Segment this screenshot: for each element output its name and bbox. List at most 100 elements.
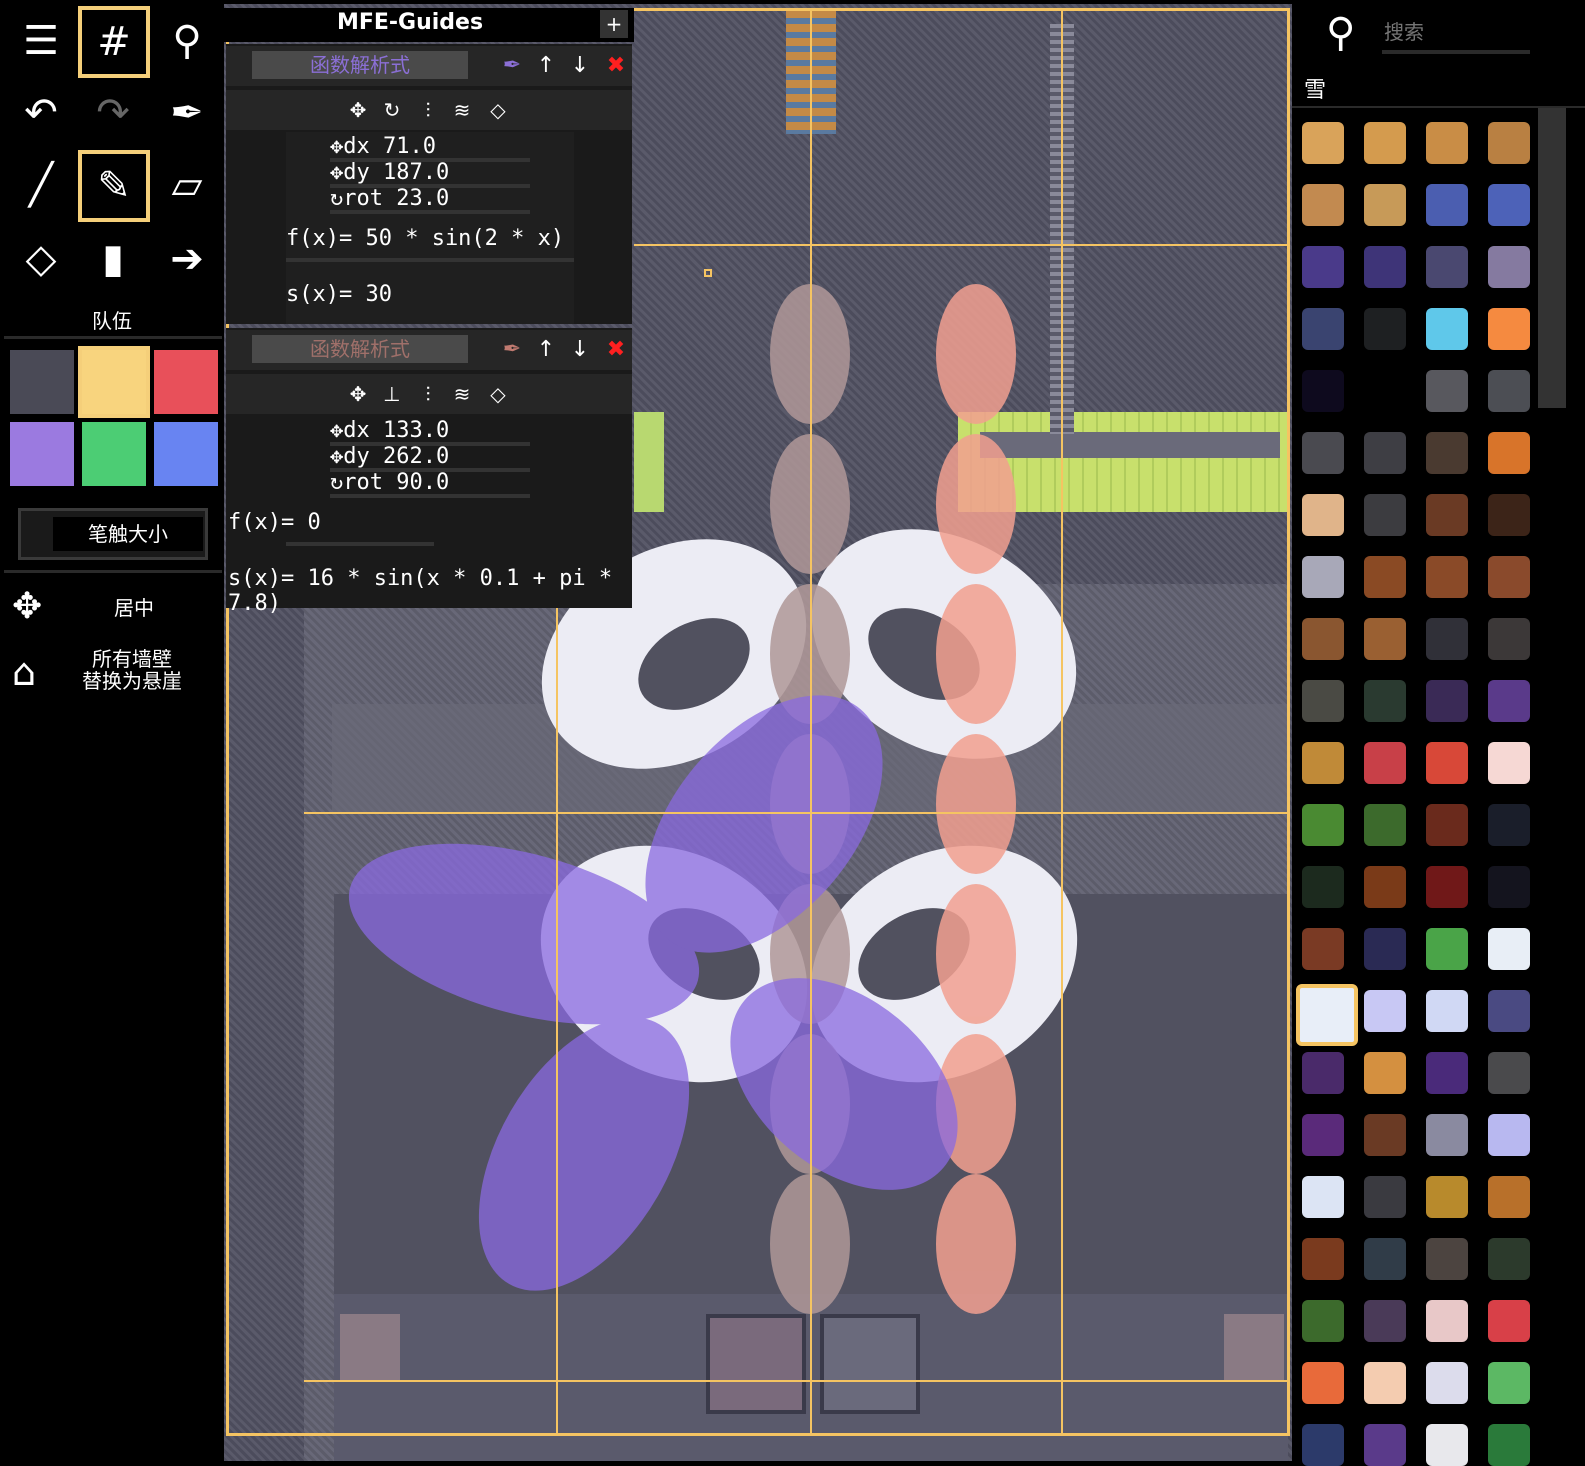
guide-2-move-down-icon[interactable]: ↓ xyxy=(566,336,594,364)
guide-2-move-icon[interactable]: ✥ xyxy=(344,380,372,408)
tile-swatch[interactable] xyxy=(1364,866,1406,908)
tile-swatch[interactable] xyxy=(1364,1238,1406,1280)
guide-1-fill-icon[interactable]: ◇ xyxy=(484,96,512,124)
guide-1-move-icon[interactable]: ✥ xyxy=(344,96,372,124)
tile-swatch[interactable] xyxy=(1302,618,1344,660)
tile-swatch[interactable] xyxy=(1488,1424,1530,1466)
guide-2-function-icon[interactable]: ⫶ xyxy=(414,380,442,408)
guide-2-name[interactable]: 函数解析式 xyxy=(252,335,468,363)
redo-icon[interactable]: ↷ xyxy=(80,80,146,146)
guide-1-move-down-icon[interactable]: ↓ xyxy=(566,52,594,80)
list-menu-icon[interactable]: ☰ xyxy=(8,8,74,74)
guide-2-color-picker-icon[interactable]: ✒ xyxy=(498,336,526,364)
tile-swatch[interactable] xyxy=(1488,742,1530,784)
tile-swatch[interactable] xyxy=(1302,432,1344,474)
grid-toggle-icon[interactable]: # xyxy=(78,6,150,78)
guide-2-fill-icon[interactable]: ◇ xyxy=(484,380,512,408)
team-swatch-green[interactable] xyxy=(82,422,146,486)
tile-swatch[interactable] xyxy=(1488,1176,1530,1218)
tile-swatch[interactable] xyxy=(1302,1114,1344,1156)
guide-2-axis-icon[interactable]: ⊥ xyxy=(378,380,406,408)
spray-icon[interactable]: ▮ xyxy=(80,226,146,292)
tile-swatch[interactable] xyxy=(1488,804,1530,846)
tile-swatch[interactable] xyxy=(1302,308,1344,350)
fill-bucket-icon[interactable]: ◇ xyxy=(8,226,74,292)
tile-swatch[interactable] xyxy=(1488,246,1530,288)
tile-swatch[interactable] xyxy=(1302,742,1344,784)
team-swatch-blue[interactable] xyxy=(154,422,218,486)
eyedropper-icon[interactable]: ✒ xyxy=(154,80,220,146)
tile-swatch[interactable] xyxy=(1302,1300,1344,1342)
tile-swatch[interactable] xyxy=(1426,494,1468,536)
tile-swatch[interactable] xyxy=(1364,370,1406,412)
guide-2-rot[interactable]: ↻rot 90.0 xyxy=(330,470,449,495)
tile-swatch[interactable] xyxy=(1426,370,1468,412)
tile-swatch[interactable] xyxy=(1488,1300,1530,1342)
tile-swatch[interactable] xyxy=(1488,1114,1530,1156)
arrow-right-icon[interactable]: ➔ xyxy=(154,226,220,292)
search-icon[interactable]: ⚲ xyxy=(1326,10,1355,56)
tile-swatch[interactable] xyxy=(1302,680,1344,722)
tile-swatch[interactable] xyxy=(1302,556,1344,598)
team-swatch-red[interactable] xyxy=(154,350,218,414)
tile-swatch[interactable] xyxy=(1302,122,1344,164)
add-guide-button[interactable]: + xyxy=(600,10,628,38)
guide-1-wave-icon[interactable]: ≋ xyxy=(448,96,476,124)
tile-swatch[interactable] xyxy=(1302,184,1344,226)
tile-swatch[interactable] xyxy=(1364,1300,1406,1342)
guide-1-delete-icon[interactable]: ✖ xyxy=(602,52,630,80)
guide-1-fx[interactable]: f(x)= 50 * sin(2 * x) xyxy=(286,226,564,251)
tile-swatch[interactable] xyxy=(1364,494,1406,536)
team-swatch-yellow[interactable] xyxy=(78,346,150,418)
guide-1-color-picker-icon[interactable]: ✒ xyxy=(498,52,526,80)
guide-2-wave-icon[interactable]: ≋ xyxy=(448,380,476,408)
tile-swatch[interactable] xyxy=(1488,556,1530,598)
tile-swatch[interactable] xyxy=(1364,1424,1406,1466)
tile-swatch[interactable] xyxy=(1426,1114,1468,1156)
tile-swatch[interactable] xyxy=(1488,680,1530,722)
guide-1-dy[interactable]: ✥dy 187.0 xyxy=(330,160,449,185)
tile-swatch[interactable] xyxy=(1296,984,1358,1046)
tile-swatch[interactable] xyxy=(1302,804,1344,846)
tile-swatch[interactable] xyxy=(1426,742,1468,784)
tile-swatch[interactable] xyxy=(1488,1238,1530,1280)
tile-swatch[interactable] xyxy=(1302,1238,1344,1280)
guide-1-rot[interactable]: ↻rot 23.0 xyxy=(330,186,449,211)
tile-swatch[interactable] xyxy=(1426,1362,1468,1404)
tile-swatch[interactable] xyxy=(1488,122,1530,164)
tile-swatch[interactable] xyxy=(1488,1052,1530,1094)
tile-swatch[interactable] xyxy=(1364,928,1406,970)
tile-swatch[interactable] xyxy=(1302,866,1344,908)
tile-swatch[interactable] xyxy=(1364,1362,1406,1404)
tile-swatch[interactable] xyxy=(1302,928,1344,970)
tile-swatch[interactable] xyxy=(1302,494,1344,536)
tile-swatch[interactable] xyxy=(1426,1424,1468,1466)
undo-icon[interactable]: ↶ xyxy=(8,80,74,146)
brush-size-button[interactable]: 笔触大小 xyxy=(18,508,208,560)
tile-scrollbar[interactable] xyxy=(1538,108,1566,408)
tile-swatch[interactable] xyxy=(1488,928,1530,970)
tile-swatch[interactable] xyxy=(1364,184,1406,226)
guide-1-rotate-icon[interactable]: ↻ xyxy=(378,96,406,124)
tile-swatch[interactable] xyxy=(1426,556,1468,598)
tile-swatch[interactable] xyxy=(1302,1362,1344,1404)
pencil-tool-icon[interactable]: ✎ xyxy=(78,150,150,222)
tile-swatch[interactable] xyxy=(1426,122,1468,164)
tile-swatch[interactable] xyxy=(1488,1362,1530,1404)
cliff-icon[interactable]: ⌂ xyxy=(12,650,36,694)
tile-swatch[interactable] xyxy=(1426,432,1468,474)
tile-swatch[interactable] xyxy=(1364,556,1406,598)
tile-swatch[interactable] xyxy=(1364,618,1406,660)
tile-swatch[interactable] xyxy=(1302,246,1344,288)
guide-1-move-up-icon[interactable]: ↑ xyxy=(532,52,560,80)
move-icon[interactable]: ✥ xyxy=(12,586,42,627)
tile-swatch[interactable] xyxy=(1426,618,1468,660)
tile-swatch[interactable] xyxy=(1426,184,1468,226)
tile-swatch[interactable] xyxy=(1302,1052,1344,1094)
tile-swatch[interactable] xyxy=(1426,928,1468,970)
tile-swatch[interactable] xyxy=(1426,866,1468,908)
tile-swatch[interactable] xyxy=(1426,1052,1468,1094)
tile-swatch[interactable] xyxy=(1488,184,1530,226)
tile-swatch[interactable] xyxy=(1488,866,1530,908)
tile-swatch[interactable] xyxy=(1426,680,1468,722)
